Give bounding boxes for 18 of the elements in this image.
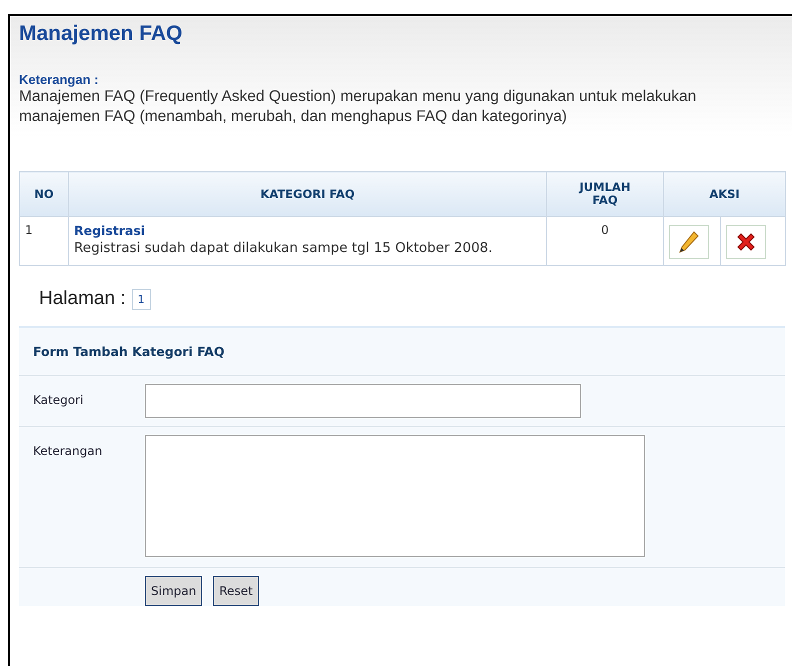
- column-header: KATEGORI FAQ: [68, 172, 546, 216]
- column-header: AKSI: [664, 172, 786, 216]
- column-header: NO: [20, 172, 68, 216]
- column-header: JUMLAH FAQ: [546, 172, 664, 216]
- field-label: Kategori: [32, 392, 84, 409]
- table-cell: 1: [20, 216, 68, 266]
- save-button[interactable]: Simpan: [145, 576, 202, 606]
- page-link[interactable]: 1: [132, 288, 151, 310]
- page-title: Manajemen FAQ: [19, 21, 182, 46]
- category-link[interactable]: Registrasi: [74, 223, 146, 238]
- form-title: Form Tambah Kategori FAQ: [19, 328, 785, 376]
- reset-button[interactable]: Reset: [213, 576, 259, 606]
- description-text: Manajemen FAQ (Frequently Asked Question) merupakan menu yang digunakan untuk melakukan manajemen FAQ (menambah, merubah, dan menghapus FAQ dan kategorinya): [19, 87, 698, 127]
- pagination-label: Halaman :: [39, 288, 126, 310]
- table-cell: 0: [546, 216, 664, 266]
- description-label: Keterangan :: [19, 72, 98, 87]
- field-label: Keterangan: [32, 443, 104, 460]
- category-description: Registrasi sudah dapat dilakukan sampe tgl 15 Oktober 2008.: [74, 239, 494, 258]
